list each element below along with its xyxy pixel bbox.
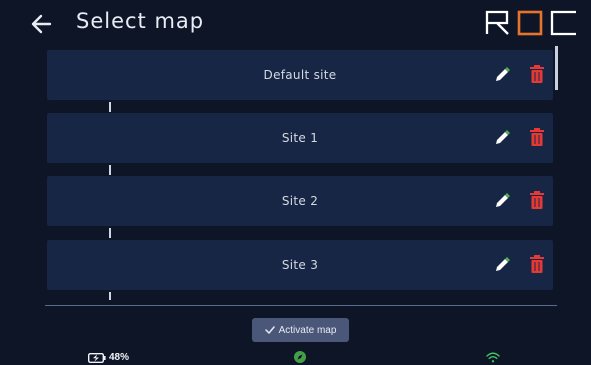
trash-icon[interactable]: [529, 191, 545, 209]
divider: [45, 305, 557, 306]
map-item-label: Default site: [263, 68, 337, 82]
battery-level: 48%: [109, 352, 130, 363]
list-connector: [109, 228, 111, 238]
pencil-icon[interactable]: [493, 129, 511, 147]
page-title: Select map: [76, 9, 205, 33]
list-scrollbar[interactable]: [555, 46, 558, 90]
back-arrow-icon[interactable]: [30, 13, 52, 35]
roc-logo: [485, 10, 576, 36]
map-item-site-2[interactable]: Site 2: [47, 176, 553, 226]
map-item-label: Site 2: [281, 194, 319, 208]
map-item-label: Site 1: [281, 131, 319, 145]
map-item-default-site[interactable]: Default site: [47, 50, 553, 100]
trash-icon[interactable]: [529, 65, 545, 83]
map-item-site-1[interactable]: Site 1: [47, 113, 553, 163]
activate-map-button[interactable]: Activate map: [252, 318, 349, 342]
list-connector: [109, 165, 111, 175]
wifi-icon: [486, 352, 500, 363]
list-connector: [109, 292, 111, 300]
map-item-label: Site 3: [281, 258, 319, 272]
battery-charging-icon: [88, 352, 106, 363]
map-item-site-3[interactable]: Site 3: [47, 240, 553, 290]
battery-status: 48%: [88, 352, 129, 363]
pencil-icon[interactable]: [493, 66, 511, 84]
trash-icon[interactable]: [529, 128, 545, 146]
check-icon: [264, 326, 275, 334]
compass-icon: [294, 351, 306, 363]
trash-icon[interactable]: [529, 255, 545, 273]
list-connector: [109, 102, 111, 112]
pencil-icon[interactable]: [493, 192, 511, 210]
map-list: Default site Site 1 Site 2 Site 3: [44, 46, 559, 300]
header-bar: Select map: [0, 0, 591, 46]
pencil-icon[interactable]: [493, 256, 511, 274]
status-bar: 48%: [0, 349, 591, 365]
activate-map-label: Activate map: [278, 324, 337, 336]
